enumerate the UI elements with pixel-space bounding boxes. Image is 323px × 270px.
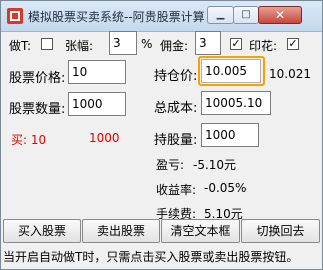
yield-label: 收益率: (156, 183, 197, 197)
profit-label: 盈亏: (156, 158, 185, 172)
holding-price-input[interactable] (201, 59, 261, 83)
commission-checkbox[interactable]: ✓ (230, 38, 242, 50)
holding-price-label: 持仓价: (154, 69, 198, 84)
total-cost-input[interactable] (201, 91, 271, 115)
minimize-button[interactable]: ▁ (207, 6, 234, 24)
close-button[interactable]: ✕ (258, 6, 302, 24)
stock-qty-label: 股票数量: (9, 102, 66, 117)
commission-input[interactable] (195, 31, 221, 55)
sell-stock-button[interactable]: 卖出股票 (82, 219, 160, 243)
buy-record-label: 买: 10 (11, 133, 47, 147)
clear-fields-button[interactable]: 清空文本框 (161, 219, 240, 243)
switch-back-button[interactable]: 切换回去 (241, 219, 320, 243)
price-limit-input[interactable] (109, 31, 137, 55)
app-icon (7, 8, 23, 24)
status-bar: 当开启自动做T时，只需点击买入股票或卖出股票按钮。 (3, 250, 299, 264)
t0-checkbox[interactable] (41, 38, 53, 50)
stock-price-label: 股票价格: (9, 71, 66, 86)
stock-price-input[interactable] (68, 60, 126, 84)
buy-stock-button[interactable]: 买入股票 (3, 219, 81, 243)
commission-label: 佣金: (160, 39, 189, 53)
t0-label: 做T: (9, 39, 32, 53)
price-limit-label: 张幅: (65, 39, 94, 53)
stamp-tax-label: 印花: (249, 39, 278, 53)
stamp-tax-checkbox[interactable]: ✓ (287, 38, 299, 50)
holding-price-note: 10.021 (269, 67, 311, 81)
holding-qty-input[interactable] (201, 123, 259, 147)
title-bar[interactable]: 模拟股票买卖系统--阿贵股票计算... ▁ □ ✕ (1, 1, 322, 32)
holding-qty-label: 持股量: (154, 133, 198, 148)
total-cost-label: 总成本: (154, 101, 198, 116)
app-window: 模拟股票买卖系统--阿贵股票计算... ▁ □ ✕ 做T: 张幅: % 佣金: … (0, 0, 323, 270)
yield-value: -0.05% (204, 181, 247, 195)
percent-sign: % (141, 37, 153, 51)
window-title: 模拟股票买卖系统--阿贵股票计算... (28, 10, 206, 24)
profit-value: -5.10元 (193, 158, 237, 172)
stock-qty-input[interactable] (68, 92, 126, 116)
buy-record-qty: 1000 (89, 131, 120, 145)
maximize-button[interactable]: □ (233, 6, 259, 24)
